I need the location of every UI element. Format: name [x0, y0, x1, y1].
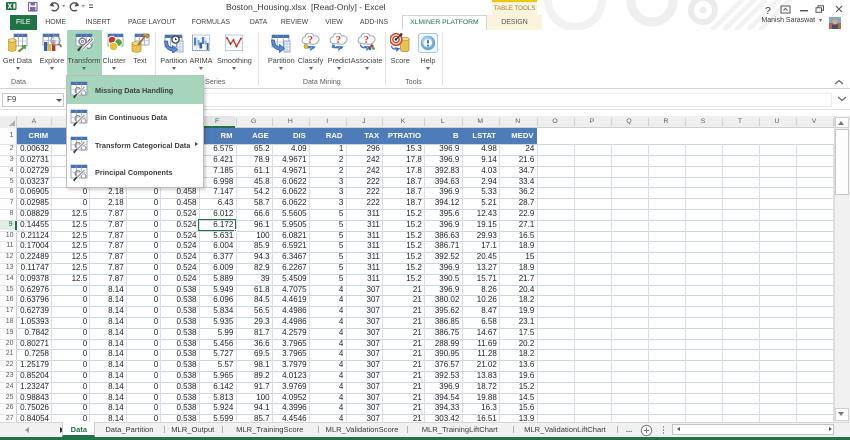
svg-text:?: ? [765, 5, 771, 17]
svg-text:?: ? [307, 35, 312, 46]
svg-text:?: ? [336, 35, 341, 46]
svg-text:?: ? [363, 35, 368, 46]
